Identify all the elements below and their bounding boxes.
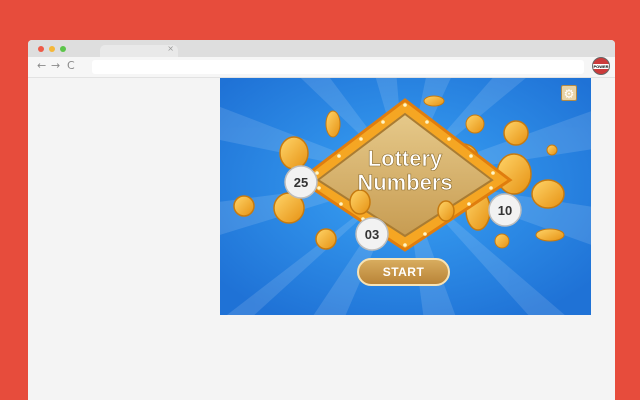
reload-icon[interactable]: C	[67, 59, 75, 72]
back-arrow-icon[interactable]: ←	[37, 59, 46, 72]
ball-number: 10	[498, 203, 512, 218]
ball-number: 25	[294, 175, 308, 190]
title-line-2: Numbers	[357, 170, 452, 195]
browser-titlebar: ×	[28, 40, 615, 57]
extension-label: POWER	[593, 64, 609, 69]
game-canvas[interactable]: Lottery Numbers 25 10 03 ⚙ START	[220, 78, 591, 315]
browser-toolbar: ← → C POWER	[28, 57, 615, 78]
forward-arrow-icon[interactable]: →	[51, 59, 60, 72]
address-bar[interactable]	[92, 60, 584, 74]
gear-icon[interactable]: ⚙	[561, 85, 577, 101]
close-window-button[interactable]	[38, 46, 44, 52]
maximize-window-button[interactable]	[60, 46, 66, 52]
minimize-window-button[interactable]	[49, 46, 55, 52]
start-button[interactable]: START	[357, 258, 450, 286]
browser-window: × ← → C POWER Lottery Numbers 25 10 03 ⚙…	[28, 40, 615, 400]
browser-tab[interactable]: ×	[100, 44, 178, 57]
title-line-1: Lottery	[368, 146, 443, 171]
tab-close-icon[interactable]: ×	[167, 44, 174, 53]
ball-number: 03	[365, 227, 379, 242]
extension-icon[interactable]: POWER	[592, 57, 610, 75]
